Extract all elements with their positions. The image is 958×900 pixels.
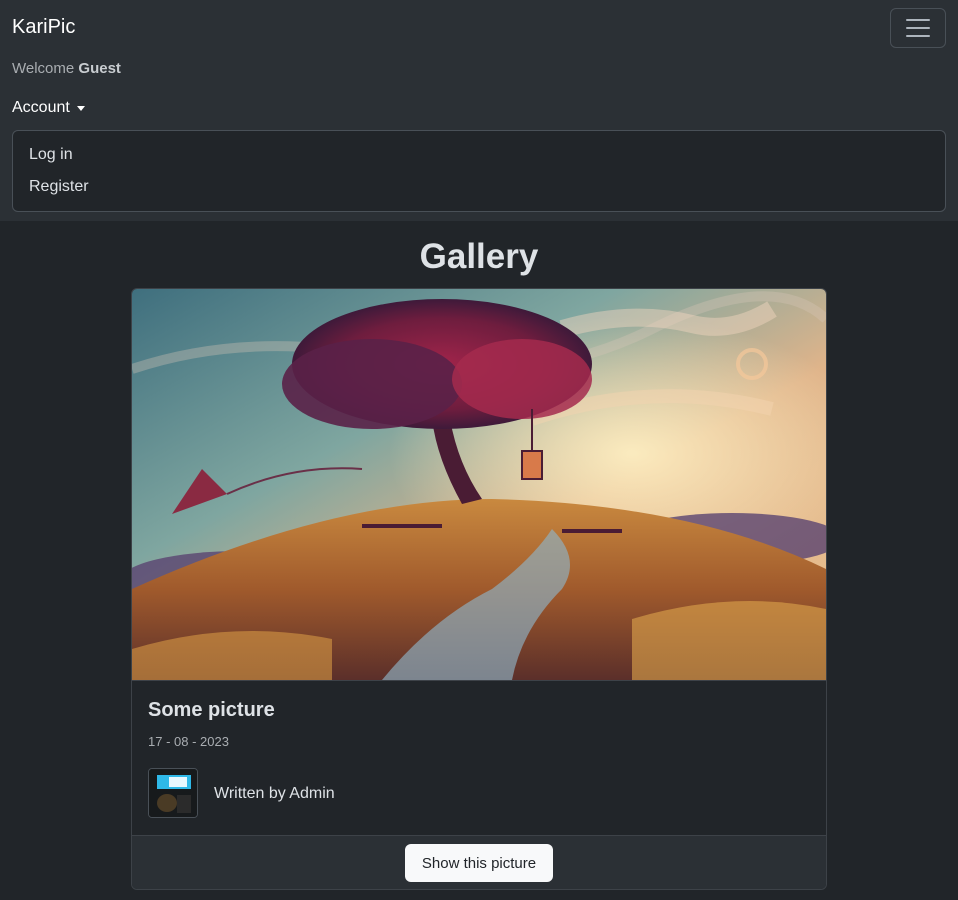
show-picture-button[interactable]: Show this picture <box>405 844 553 882</box>
card-title: Some picture <box>148 699 275 721</box>
picture-card: Some picture 17 - 08 - 2023 Written by A… <box>131 288 827 890</box>
card-date: 17 - 08 - 2023 <box>148 734 229 749</box>
welcome-prefix: Welcome <box>12 60 79 77</box>
register-link[interactable]: Register <box>13 171 945 203</box>
welcome-username: Guest <box>78 60 121 77</box>
login-link[interactable]: Log in <box>13 139 945 171</box>
account-dropdown-menu: Log in Register <box>12 130 946 212</box>
author-avatar <box>148 768 198 818</box>
card-footer: Show this picture <box>132 835 826 889</box>
account-dropdown-toggle[interactable]: Account <box>12 99 85 117</box>
author-text: Written by Admin <box>214 785 335 802</box>
brand-link[interactable]: KariPic <box>12 16 75 39</box>
card-body: Some picture 17 - 08 - 2023 Written by A… <box>132 680 826 835</box>
card-image <box>132 289 826 680</box>
page-title: Gallery <box>419 237 539 276</box>
hamburger-icon <box>906 19 930 37</box>
navbar-toggler-button[interactable] <box>890 8 946 48</box>
caret-down-icon <box>76 106 85 111</box>
navbar: KariPic Welcome Guest Account Log in Reg… <box>0 0 958 221</box>
account-label: Account <box>12 99 70 116</box>
welcome-text: Welcome Guest <box>12 60 121 77</box>
